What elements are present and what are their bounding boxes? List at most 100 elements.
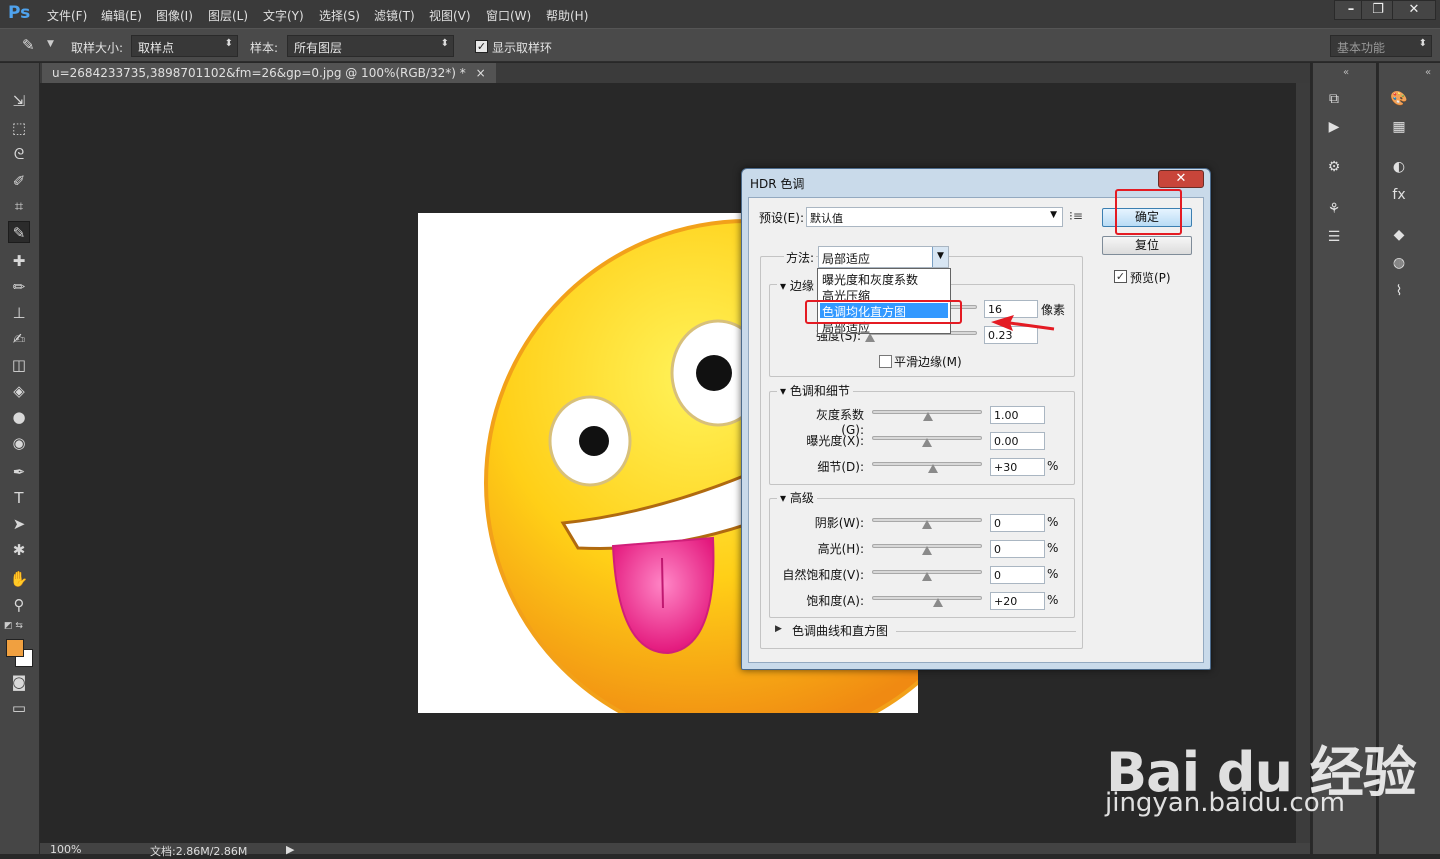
close-window-button[interactable]: ✕ <box>1392 0 1436 20</box>
actions-panel-icon[interactable]: ▶ <box>1323 117 1345 137</box>
layers-panel-icon[interactable]: ◆ <box>1388 225 1410 245</box>
vibrance-input[interactable]: 0 <box>990 566 1045 584</box>
healing-brush-tool-icon[interactable]: ✚ <box>8 250 30 272</box>
history-panel-icon[interactable]: ⧉ <box>1323 89 1345 109</box>
quick-select-tool-icon[interactable]: ✐ <box>8 170 30 192</box>
shape-tool-icon[interactable]: ✱ <box>8 539 30 561</box>
eyedropper-tool-icon[interactable]: ✎ <box>8 221 30 243</box>
default-colors-icon[interactable]: ◩ ⇆ <box>4 621 23 631</box>
marquee-tool-icon[interactable]: ⬚ <box>8 117 30 139</box>
paths-panel-icon[interactable]: ⌇ <box>1388 281 1410 301</box>
menu-bar: Ps 文件(F) 编辑(E) 图像(I) 图层(L) 文字(Y) 选择(S) 滤… <box>0 0 1440 28</box>
dodge-tool-icon[interactable]: ◉ <box>8 432 30 454</box>
history-brush-tool-icon[interactable]: ✍ <box>8 328 30 350</box>
swatches-panel-icon[interactable]: ▦ <box>1388 117 1410 137</box>
shadows-input[interactable]: 0 <box>990 514 1045 532</box>
detail-slider[interactable] <box>872 462 982 466</box>
zoom-tool-icon[interactable]: ⚲ <box>8 594 30 616</box>
blur-tool-icon[interactable]: ● <box>8 406 30 428</box>
sample-select[interactable]: 所有图层 ⬍ <box>287 35 454 57</box>
screen-mode-icon[interactable]: ▭ <box>8 697 30 719</box>
restore-button[interactable]: ❐ <box>1361 0 1395 20</box>
stamp-tool-icon[interactable]: ⊥ <box>8 302 30 324</box>
exposure-label: 曝光度(X): <box>806 434 864 448</box>
menu-filter[interactable]: 滤镜(T) <box>374 7 415 24</box>
channels-panel-icon[interactable]: ◍ <box>1388 253 1410 273</box>
reset-button[interactable]: 复位 <box>1102 236 1192 255</box>
workspace-value: 基本功能 <box>1337 41 1386 55</box>
menu-layer[interactable]: 图层(L) <box>208 7 248 24</box>
gamma-slider-thumb[interactable] <box>923 412 933 421</box>
show-ring-checkbox[interactable]: ✓ <box>475 40 488 53</box>
method-label: 方法: <box>784 249 817 266</box>
saturation-slider[interactable] <box>872 596 982 600</box>
expand-arrow-icon[interactable]: ▶ <box>775 624 782 634</box>
dock-collapse-icon[interactable]: « <box>1343 67 1349 78</box>
foreground-color-swatch[interactable] <box>6 639 24 657</box>
curve-histogram-section[interactable]: 色调曲线和直方图 <box>792 622 888 639</box>
path-select-tool-icon[interactable]: ➤ <box>8 513 30 535</box>
menu-image[interactable]: 图像(I) <box>156 7 193 24</box>
quick-mask-icon[interactable]: ◙ <box>8 671 30 693</box>
document-tab[interactable]: u=2684233735,3898701102&fm=26&gp=0.jpg @… <box>42 63 496 83</box>
smooth-edges-checkbox[interactable] <box>879 355 892 368</box>
paint-bucket-tool-icon[interactable]: ◈ <box>8 380 30 402</box>
saturation-slider-thumb[interactable] <box>933 598 943 607</box>
dialog-close-button[interactable]: ✕ <box>1158 170 1204 188</box>
eraser-tool-icon[interactable]: ◫ <box>8 354 30 376</box>
method-select[interactable]: 局部适应 ▼ <box>818 246 949 268</box>
hand-tool-icon[interactable]: ✋ <box>8 568 30 590</box>
pen-tool-icon[interactable]: ✒ <box>8 461 30 483</box>
tone-detail-title: ▾ 色调和细节 <box>777 382 853 399</box>
red-arrow-icon <box>991 315 1055 331</box>
detail-slider-thumb[interactable] <box>928 464 938 473</box>
menu-help[interactable]: 帮助(H) <box>546 7 588 24</box>
workspace-select[interactable]: 基本功能 ⬍ <box>1330 35 1432 57</box>
exposure-slider-thumb[interactable] <box>922 438 932 447</box>
move-tool-icon[interactable]: ⇲ <box>8 90 30 112</box>
styles-panel-icon[interactable]: fx <box>1388 185 1410 205</box>
vibrance-slider-thumb[interactable] <box>922 572 932 581</box>
preview-checkbox[interactable]: ✓ <box>1114 270 1127 283</box>
status-arrow-icon[interactable]: ▶ <box>286 843 294 856</box>
tab-close-icon[interactable]: × <box>476 66 486 80</box>
preview-label: 预览(P) <box>1130 271 1171 285</box>
saturation-input[interactable]: +20 <box>990 592 1045 610</box>
adjustments-panel-icon[interactable]: ☰ <box>1323 227 1345 247</box>
lasso-tool-icon[interactable]: ᘓ <box>8 143 30 165</box>
highlights-label: 高光(H): <box>817 542 864 556</box>
menu-edit[interactable]: 编辑(E) <box>101 7 142 24</box>
eyedropper-icon[interactable]: ✎ <box>22 36 35 54</box>
menu-type[interactable]: 文字(Y) <box>263 7 304 24</box>
menu-file[interactable]: 文件(F) <box>47 7 87 24</box>
dock-collapse-icon[interactable]: « <box>1425 67 1431 78</box>
brush-panel-icon[interactable]: ⚘ <box>1323 199 1345 219</box>
highlights-input[interactable]: 0 <box>990 540 1045 558</box>
type-tool-icon[interactable]: T <box>8 487 30 509</box>
menu-view[interactable]: 视图(V) <box>429 7 471 24</box>
adjust-panel-icon[interactable]: ◐ <box>1388 157 1410 177</box>
options-bar: ✎ ▼ 取样大小: 取样点 ⬍ 样本: 所有图层 ⬍ ✓ 显示取样环 基本功能 ⬍ <box>0 28 1440 62</box>
exposure-input[interactable]: 0.00 <box>990 432 1045 450</box>
preset-select[interactable]: 默认值 ▼ <box>806 207 1063 227</box>
preset-options-icon[interactable]: ⁝≡ <box>1069 209 1083 223</box>
color-panel-icon[interactable]: 🎨 <box>1388 89 1410 109</box>
show-ring-label: 显示取样环 <box>492 41 553 55</box>
tool-preset-chevron-icon[interactable]: ▼ <box>47 39 54 49</box>
tools-panel: ⇲ ⬚ ᘓ ✐ ⌗ ✎ ✚ ✏ ⊥ ✍ ◫ ◈ ● ◉ ✒ T ➤ ✱ ✋ ⚲ … <box>0 63 40 854</box>
shadows-slider-thumb[interactable] <box>922 520 932 529</box>
highlights-slider-thumb[interactable] <box>922 546 932 555</box>
sample-size-select[interactable]: 取样点 ⬍ <box>131 35 238 57</box>
dropdown-arrow-icon: ▼ <box>932 247 948 267</box>
method-option-exposure-gamma[interactable]: 曝光度和灰度系数 <box>820 271 948 287</box>
properties-panel-icon[interactable]: ⚙ <box>1323 157 1345 177</box>
saturation-label: 饱和度(A): <box>806 594 864 608</box>
brush-tool-icon[interactable]: ✏ <box>8 276 30 298</box>
zoom-level[interactable]: 100% <box>50 843 81 856</box>
menu-window[interactable]: 窗口(W) <box>486 7 531 24</box>
gamma-input[interactable]: 1.00 <box>990 406 1045 424</box>
select-arrows-icon: ⬍ <box>1418 38 1427 49</box>
menu-select[interactable]: 选择(S) <box>319 7 360 24</box>
crop-tool-icon[interactable]: ⌗ <box>8 195 30 217</box>
detail-input[interactable]: +30 <box>990 458 1045 476</box>
